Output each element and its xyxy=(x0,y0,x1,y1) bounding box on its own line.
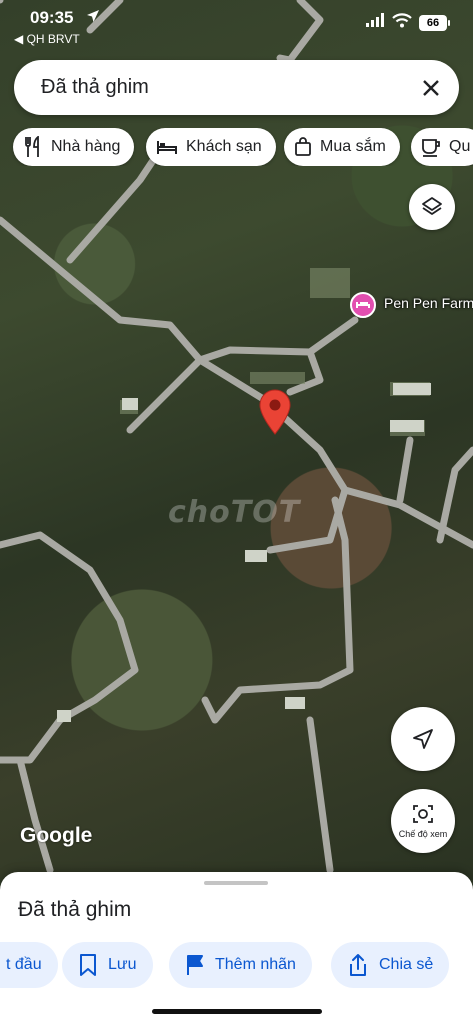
bookmark-icon xyxy=(80,954,96,976)
location-arrow-icon xyxy=(87,10,99,22)
close-icon[interactable] xyxy=(415,72,447,104)
battery-indicator: 66 xyxy=(419,15,450,31)
flag-icon xyxy=(187,955,203,975)
action-buttons: t đầu Lưu Thêm nhãn Chia sẻ xyxy=(0,942,473,988)
action-label: Chia sẻ xyxy=(379,956,434,973)
navigation-arrow-icon xyxy=(413,729,433,749)
directions-button[interactable]: t đầu xyxy=(0,942,58,988)
chip-hotels[interactable]: Khách sạn xyxy=(146,128,276,166)
drag-handle[interactable] xyxy=(204,881,268,885)
layers-button[interactable] xyxy=(409,184,455,230)
fork-knife-icon xyxy=(25,136,39,157)
dropped-pin-icon[interactable] xyxy=(258,389,292,435)
chip-restaurants[interactable]: Nhà hàng xyxy=(13,128,135,166)
share-button[interactable]: Chia sẻ xyxy=(331,942,450,988)
status-bar: 09:35 ◀ QH BRVT 66 xyxy=(0,0,473,50)
layers-icon xyxy=(422,197,442,215)
street-view-button[interactable]: Chế độ xem xyxy=(391,789,455,853)
share-icon xyxy=(350,954,366,976)
category-chips: Nhà hàng Khách sạn Mua sắm Qu xyxy=(0,128,473,166)
action-label: t đầu xyxy=(6,956,42,973)
coffee-icon xyxy=(422,139,440,157)
street-view-label: Chế độ xem xyxy=(398,829,448,839)
watermark-text: choTOT xyxy=(168,495,301,530)
camera-view-icon xyxy=(413,805,433,823)
add-label-button[interactable]: Thêm nhãn xyxy=(169,942,312,988)
wifi-icon xyxy=(392,13,412,28)
action-label: Thêm nhãn xyxy=(215,956,296,973)
hotel-poi-icon[interactable] xyxy=(350,292,376,318)
chip-coffee[interactable]: Qu xyxy=(411,128,473,166)
google-logo: Google xyxy=(20,824,93,847)
place-title: Đã thả ghim xyxy=(18,898,132,921)
chip-shopping[interactable]: Mua sắm xyxy=(284,128,400,166)
place-bottom-sheet[interactable]: Đã thả ghim t đầu Lưu Thêm nhãn Chia sẻ xyxy=(0,872,473,1024)
shopping-bag-icon xyxy=(295,137,311,156)
bed-icon xyxy=(157,141,177,154)
chip-label: Khách sạn xyxy=(186,138,262,155)
cellular-signal-icon xyxy=(366,13,384,27)
search-input[interactable]: Đã thả ghim xyxy=(41,76,149,99)
chip-label: Nhà hàng xyxy=(51,138,121,155)
chip-label: Mua sắm xyxy=(320,138,386,155)
search-bar[interactable]: Đã thả ghim xyxy=(14,60,459,115)
save-button[interactable]: Lưu xyxy=(62,942,153,988)
action-label: Lưu xyxy=(108,956,137,973)
back-to-app-link[interactable]: ◀ QH BRVT xyxy=(14,32,80,46)
my-location-button[interactable] xyxy=(391,707,455,771)
poi-label[interactable]: Pen Pen Farm xyxy=(384,295,473,311)
status-time: 09:35 xyxy=(30,8,74,27)
home-indicator[interactable] xyxy=(152,1009,322,1014)
chip-label: Qu xyxy=(449,138,471,155)
